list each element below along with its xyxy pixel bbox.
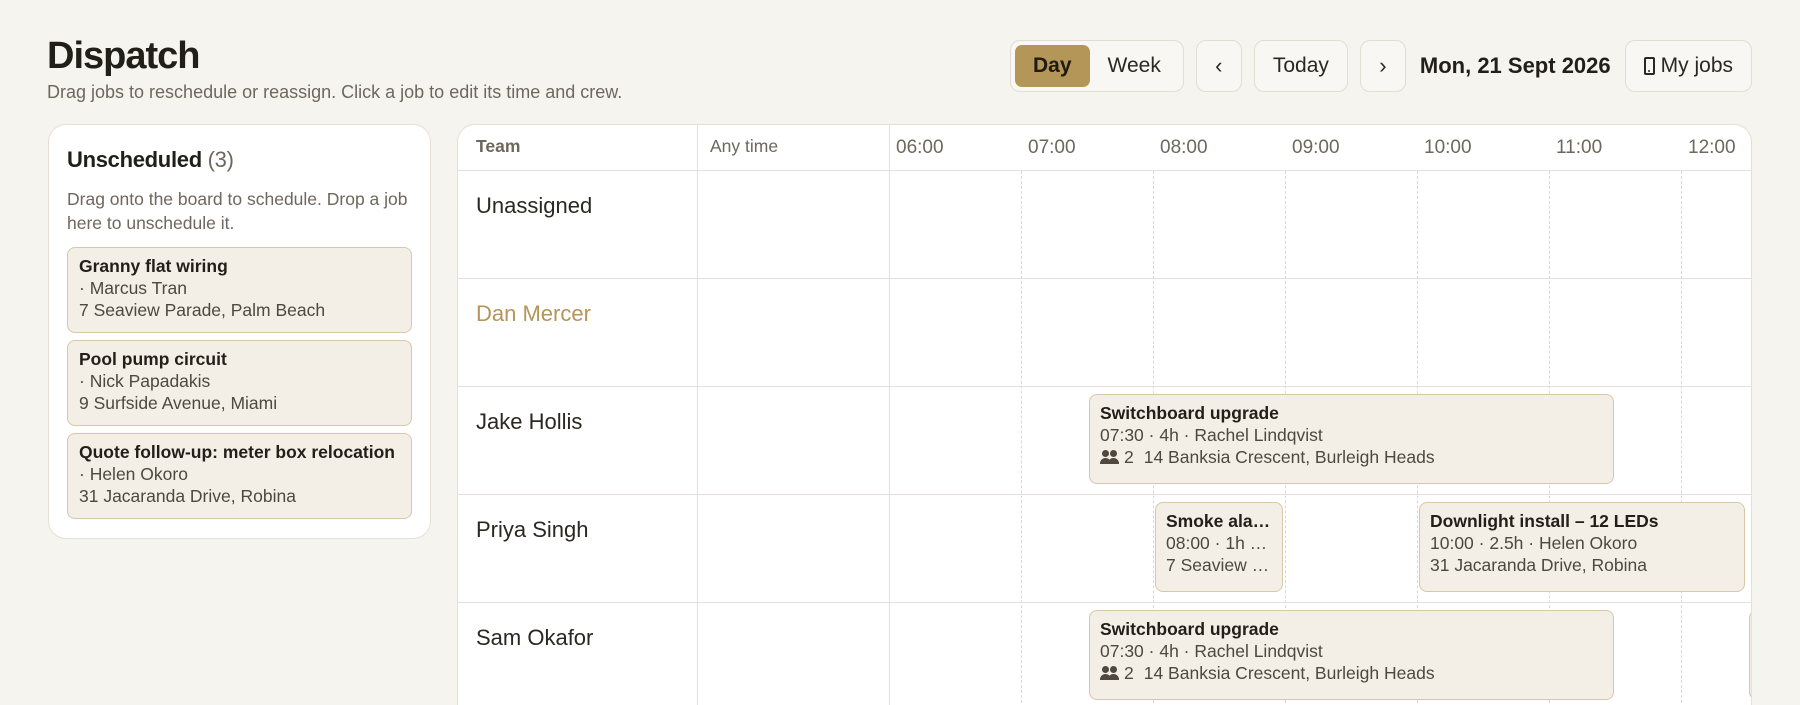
any-time-column-header: Any time: [710, 136, 779, 156]
today-button[interactable]: Today: [1253, 40, 1348, 92]
hour-label: 06:00: [896, 137, 944, 158]
team-member-name: Unassigned: [476, 193, 593, 218]
job-address: 31 Jacaranda Drive, Robina: [1430, 555, 1647, 575]
view-toggle: Day Week: [1010, 40, 1184, 92]
job-address: 7 Seaview Parade, Palm Beach: [79, 300, 326, 320]
unscheduled-job-card[interactable]: Quote follow-up: meter box relocation · …: [67, 433, 412, 519]
dispatch-board: Team Any time 06:00 07:00 08:00 09:00 10…: [457, 124, 1752, 705]
current-date: Mon, 21 Sept 2026: [1419, 53, 1611, 78]
board-header: Team Any time 06:00 07:00 08:00 09:00 10…: [458, 125, 1751, 171]
job-title: Switchboard upgrade: [1100, 403, 1279, 423]
job-meta: 07:30 · 4h · Rachel Lindqvist: [1100, 641, 1323, 661]
job-card-switchboard-upgrade[interactable]: Switchboard upgrade 07:30 · 4h · Rachel …: [1089, 394, 1614, 484]
unscheduled-hint: Drag onto the board to schedule. Drop a …: [67, 189, 408, 233]
week-view-button[interactable]: Week: [1090, 45, 1179, 87]
job-meta: 10:00 · 2.5h · Helen Okoro: [1430, 533, 1638, 553]
next-day-button[interactable]: ›: [1359, 40, 1406, 92]
job-title: Downlight install – 12 LEDs: [1430, 511, 1659, 531]
unscheduled-count: (3): [207, 147, 234, 172]
job-client: · Nick Papadakis: [79, 371, 211, 391]
crew-count: 2: [1124, 663, 1134, 683]
job-address: 9 Surfside Avenue, Miami: [79, 393, 278, 413]
day-view-button[interactable]: Day: [1015, 45, 1090, 87]
job-crew-address: 2 14 Banksia Crescent, Burleigh Heads: [1100, 446, 1603, 468]
hour-label: 08:00: [1160, 137, 1208, 158]
unscheduled-panel[interactable]: Unscheduled (3) Drag onto the board to s…: [48, 124, 431, 539]
job-card-downlight-install[interactable]: Downlight install – 12 LEDs 10:00 · 2.5h…: [1419, 502, 1745, 592]
unscheduled-title: Unscheduled (3): [67, 147, 412, 173]
job-address: 14 Banksia Crescent, Burleigh Heads: [1143, 447, 1435, 467]
job-meta: 08:00 · 1h · Marcus Tran: [1166, 533, 1272, 553]
toolbar: Day Week ‹ Today › Mon, 21 Sept 2026 My …: [1010, 40, 1752, 92]
job-address: 7 Seaview Parade, Palm Beach: [1166, 555, 1272, 575]
job-card-smoke-alarm[interactable]: Smoke alarm compliance 08:00 · 1h · Marc…: [1155, 502, 1283, 592]
page-header: Dispatch Drag jobs to reschedule or reas…: [47, 34, 622, 103]
unscheduled-job-card[interactable]: Granny flat wiring · Marcus Tran 7 Seavi…: [67, 247, 412, 333]
team-column-header: Team: [476, 136, 521, 156]
job-card-switchboard-upgrade[interactable]: Switchboard upgrade 07:30 · 4h · Rachel …: [1089, 610, 1614, 700]
job-address: 14 Banksia Crescent, Burleigh Heads: [1143, 663, 1435, 683]
team-member-name: Dan Mercer: [476, 301, 591, 326]
hour-label: 09:00: [1292, 137, 1340, 158]
page-title: Dispatch: [47, 35, 200, 77]
job-crew-address: 2 14 Banksia Crescent, Burleigh Heads: [1100, 662, 1603, 684]
job-client: · Helen Okoro: [79, 464, 188, 484]
page-subtitle: Drag jobs to reschedule or reassign. Cli…: [47, 82, 623, 102]
my-jobs-label: My jobs: [1660, 54, 1733, 77]
team-member-name: Jake Hollis: [476, 409, 583, 434]
job-title: Smoke alarm compliance: [1166, 511, 1272, 531]
hour-label: 11:00: [1556, 137, 1603, 158]
unscheduled-title-text: Unscheduled: [67, 147, 202, 172]
job-meta: 07:30 · 4h · Rachel Lindqvist: [1100, 425, 1323, 445]
job-title: Granny flat wiring: [79, 256, 228, 276]
unscheduled-job-card[interactable]: Pool pump circuit · Nick Papadakis 9 Sur…: [67, 340, 412, 426]
hour-label: 10:00: [1424, 137, 1472, 158]
team-row-unassigned[interactable]: Unassigned: [458, 171, 1751, 279]
phone-icon: [1643, 57, 1655, 75]
job-title: Switchboard upgrade: [1100, 619, 1279, 639]
job-address: 31 Jacaranda Drive, Robina: [79, 486, 296, 506]
crew-icon: [1100, 666, 1120, 680]
crew-count: 2: [1124, 447, 1134, 467]
job-card-overflow[interactable]: [1749, 610, 1751, 700]
team-member-name: Priya Singh: [476, 517, 589, 542]
previous-day-button[interactable]: ‹: [1195, 40, 1242, 92]
team-member-name: Sam Okafor: [476, 625, 594, 650]
hour-label: 07:00: [1028, 137, 1076, 158]
job-title: Quote follow-up: meter box relocation: [79, 442, 395, 462]
job-title: Pool pump circuit: [79, 349, 227, 369]
team-row-dan-mercer[interactable]: Dan Mercer: [458, 279, 1751, 387]
my-jobs-button[interactable]: My jobs: [1624, 40, 1752, 92]
crew-icon: [1100, 450, 1120, 464]
job-client: · Marcus Tran: [79, 278, 187, 298]
hour-label: 12:00: [1688, 137, 1736, 158]
